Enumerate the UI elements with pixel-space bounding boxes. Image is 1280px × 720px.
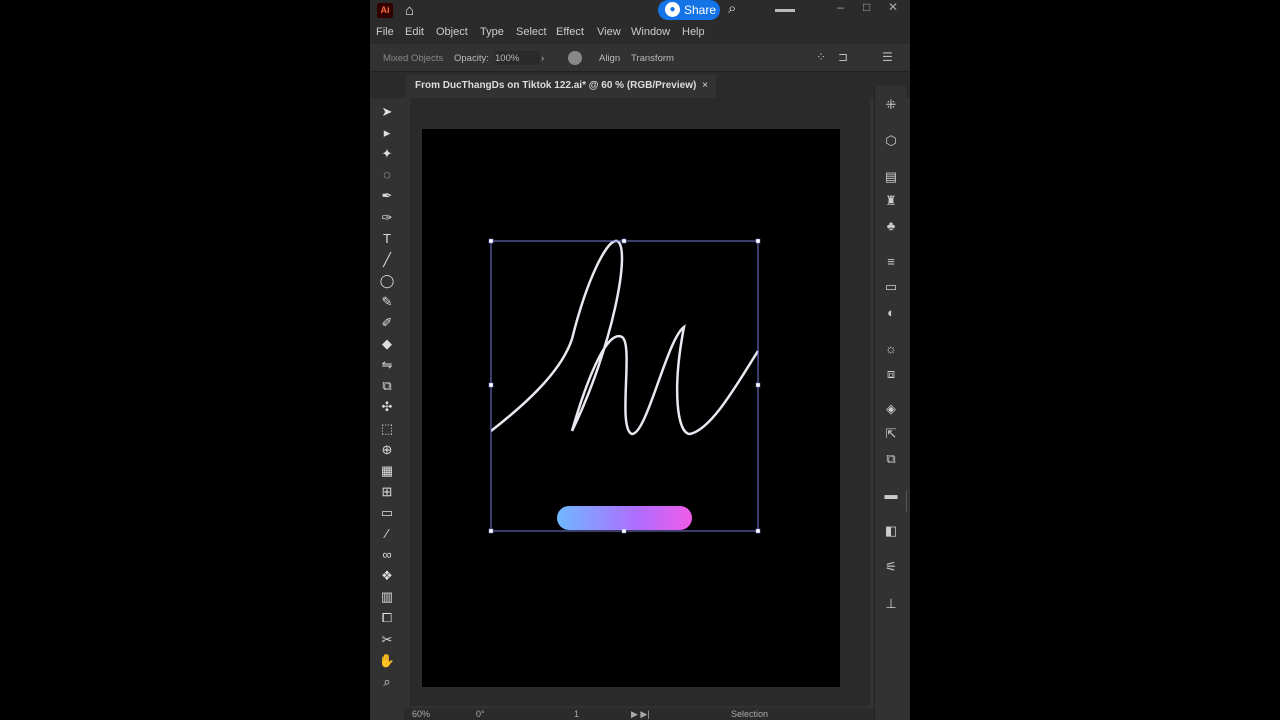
menu-window[interactable]: Window bbox=[631, 26, 670, 38]
graphic-styles-icon[interactable]: ⧈ bbox=[882, 365, 900, 383]
share-label: Share bbox=[684, 3, 717, 17]
selection-handles[interactable] bbox=[488, 238, 761, 534]
selection-icon[interactable]: ➤ bbox=[378, 103, 396, 121]
transform-button[interactable]: Transform bbox=[631, 53, 674, 64]
align-button[interactable]: Align bbox=[599, 53, 620, 64]
comments-icon[interactable]: ▬ bbox=[882, 486, 900, 504]
selection-bounding-box[interactable] bbox=[490, 240, 759, 532]
isolate-icon[interactable]: ⊐ bbox=[838, 50, 848, 64]
arrange-icon[interactable]: ⁘ bbox=[816, 50, 826, 64]
zoom-icon[interactable]: ⌕ bbox=[378, 673, 396, 691]
symbols-icon[interactable]: ♣ bbox=[882, 217, 900, 235]
curvature-icon[interactable]: ✑ bbox=[378, 209, 396, 227]
gradient-icon[interactable]: ▭ bbox=[378, 504, 396, 522]
menu-help[interactable]: Help bbox=[682, 26, 705, 38]
3d-icon[interactable]: ⬡ bbox=[882, 132, 900, 150]
symbol-sprayer-icon[interactable]: ❖ bbox=[378, 567, 396, 585]
export-icon[interactable]: ⇱ bbox=[882, 425, 900, 443]
type-icon[interactable]: T bbox=[378, 230, 396, 248]
menu-effect[interactable]: Effect bbox=[556, 26, 584, 38]
menu-edit[interactable]: Edit bbox=[405, 26, 424, 38]
title-bar: Ai ⌂ ● Share ⌕ ▬▬ – □ ✕ bbox=[370, 0, 910, 22]
next-artboard-icon[interactable]: ▶ ▶| bbox=[631, 709, 650, 720]
lasso-icon[interactable]: ◌ bbox=[378, 166, 396, 184]
current-tool: Selection bbox=[731, 709, 769, 719]
transparency-icon[interactable]: ◐ bbox=[882, 304, 900, 322]
slice-icon[interactable]: ✂ bbox=[378, 631, 396, 649]
shaper-icon[interactable]: ✐ bbox=[378, 314, 396, 332]
layers-icon[interactable]: ◈ bbox=[882, 400, 900, 418]
menu-select[interactable]: Select bbox=[516, 26, 547, 38]
menu-bar: File Edit Object Type Select Effect View… bbox=[370, 22, 910, 44]
artboard-select[interactable]: 1 bbox=[574, 709, 579, 719]
handwriting-stroke[interactable] bbox=[490, 239, 760, 436]
right-panel-dock: ⁜ ⬡ ▤ ♜ ♣ ≡ ▭ ◐ ☼ ⧈ ◈ ⇱ ⧉ ▬ ◧ ⚟ ⊥ bbox=[874, 86, 906, 720]
canvas[interactable] bbox=[410, 98, 907, 706]
asset-export-icon[interactable]: ◧ bbox=[882, 522, 900, 540]
libraries-icon[interactable]: ▤ bbox=[882, 168, 900, 186]
menu-type[interactable]: Type bbox=[480, 26, 504, 38]
control-bar: Mixed Objects Opacity: 100% › Align Tran… bbox=[370, 44, 910, 72]
mesh-icon[interactable]: ⊞ bbox=[378, 483, 396, 501]
artboards-icon[interactable]: ⧉ bbox=[882, 450, 900, 468]
gradient-icon[interactable]: ▭ bbox=[882, 278, 900, 296]
pen-icon[interactable]: ✒ bbox=[378, 187, 396, 205]
properties-adjust-icon[interactable]: ⚟ bbox=[882, 558, 900, 576]
opacity-label: Opacity: bbox=[454, 53, 489, 64]
tab-close-icon[interactable]: × bbox=[702, 74, 708, 98]
home-icon[interactable]: ⌂ bbox=[405, 2, 414, 19]
blend-icon[interactable]: ∞ bbox=[378, 546, 396, 564]
rotation-select[interactable]: 0° bbox=[476, 709, 485, 719]
eraser-icon[interactable]: ◆ bbox=[378, 335, 396, 353]
menu-file[interactable]: File bbox=[376, 26, 394, 38]
recolor-icon[interactable] bbox=[568, 51, 582, 65]
line-icon[interactable]: ╱ bbox=[378, 251, 396, 269]
minimize-icon[interactable]: – bbox=[837, 0, 844, 14]
appearance-icon[interactable]: ☼ bbox=[882, 340, 900, 358]
search-icon[interactable]: ⌕ bbox=[728, 0, 736, 17]
perspective-grid-icon[interactable]: ▦ bbox=[378, 462, 396, 480]
user-add-icon: ● bbox=[665, 2, 680, 17]
stroke-icon[interactable]: ≡ bbox=[882, 253, 900, 271]
graph-icon[interactable]: ▥ bbox=[378, 588, 396, 606]
tools-panel: ➤ ▸ ✦ ◌ ✒ ✑ T ╱ ◯ ✎ ✐ ◆ ⇋ ⧉ ✣ ⬚ ⊕ ▦ ⊞ ▭ ⁄ ∞ ❖ ▥ ⧠ ✂ ✋ ⌕ bbox=[370, 98, 404, 710]
paintbrush-icon[interactable]: ✎ bbox=[378, 293, 396, 311]
workspace-switcher-icon[interactable]: ▬▬ bbox=[775, 4, 795, 15]
maximize-icon[interactable]: □ bbox=[863, 0, 870, 14]
app-logo: Ai bbox=[377, 3, 393, 18]
scale-icon[interactable]: ⧉ bbox=[378, 377, 396, 395]
reflect-icon[interactable]: ⇋ bbox=[378, 356, 396, 374]
status-bar: 60% 0° 1 ▶ ▶| Selection bbox=[404, 708, 874, 720]
menu-view[interactable]: View bbox=[597, 26, 621, 38]
hand-icon[interactable]: ✋ bbox=[378, 652, 396, 670]
shape-builder-icon[interactable]: ⊕ bbox=[378, 441, 396, 459]
illustrator-window: Ai ⌂ ● Share ⌕ ▬▬ – □ ✕ File Edit Object … bbox=[370, 0, 910, 720]
gradient-pill[interactable] bbox=[557, 506, 692, 530]
puppet-icon[interactable]: ♜ bbox=[882, 192, 900, 210]
selection-type: Mixed Objects bbox=[383, 53, 444, 64]
opacity-arrow-icon[interactable]: › bbox=[541, 53, 544, 64]
artwork-svg bbox=[488, 238, 761, 534]
properties-icon[interactable]: ⁜ bbox=[882, 96, 900, 114]
menu-object[interactable]: Object bbox=[436, 26, 468, 38]
direct-selection-icon[interactable]: ▸ bbox=[378, 124, 396, 142]
close-icon[interactable]: ✕ bbox=[888, 0, 898, 14]
free-transform-icon[interactable]: ⬚ bbox=[378, 420, 396, 438]
share-button[interactable]: ● Share bbox=[658, 0, 720, 20]
magic-wand-icon[interactable]: ✦ bbox=[378, 145, 396, 163]
document-title: From DucThangDs on Tiktok 122.ai* @ 60 %… bbox=[415, 80, 697, 91]
opacity-input[interactable]: 100% bbox=[495, 51, 540, 65]
align-icon[interactable]: ⊥ bbox=[882, 595, 900, 613]
zoom-select[interactable]: 60% bbox=[412, 709, 430, 719]
eyedropper-icon[interactable]: ⁄ bbox=[378, 525, 396, 543]
artboard[interactable] bbox=[422, 129, 840, 687]
document-tab-bar: From DucThangDs on Tiktok 122.ai* @ 60 %… bbox=[370, 72, 910, 98]
ellipse-icon[interactable]: ◯ bbox=[378, 272, 396, 290]
panel-menu-icon[interactable]: ☰ bbox=[882, 50, 893, 64]
artboard-icon[interactable]: ⧠ bbox=[378, 609, 396, 627]
puppet-warp-icon[interactable]: ✣ bbox=[378, 398, 396, 416]
document-tab[interactable]: From DucThangDs on Tiktok 122.ai* @ 60 %… bbox=[406, 74, 716, 98]
